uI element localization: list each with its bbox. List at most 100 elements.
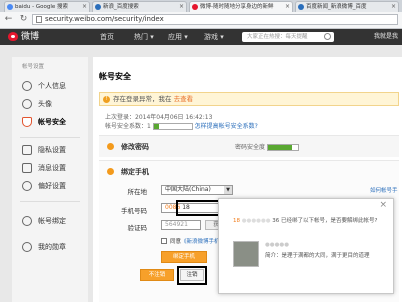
sidebar-item-privacy[interactable]: 隐私设置 [12,143,88,157]
account-intro: 简介：是理于满都的大同，满于更目的道理 [265,253,370,259]
region-label: 所在地 [127,188,148,196]
back-arrow-icon[interactable]: ← [3,14,14,25]
info-icon: ! [103,96,110,103]
highlight-box [176,200,220,216]
agree-checkbox[interactable] [161,238,167,244]
url-input[interactable]: security.weibo.com/security/index [32,14,398,25]
phone-label: 手机号码 [121,207,147,215]
security-level-row: 帐号安全系数：1 怎样提高帐号安全系数? [105,121,258,130]
link-icon [22,216,32,226]
sidebar-section-title: 帐号设置 [22,64,45,70]
alert-link[interactable]: 去查看 [174,95,194,103]
weibo-favicon-icon [192,4,198,10]
search-placeholder: 大家正在热搜：每天提醒 [247,34,308,40]
lock-icon [22,145,32,155]
tab-label: baidu - Google 搜索 [15,4,68,10]
agree-label: 同意 [170,239,182,245]
sidebar-item-preferences[interactable]: 偏好设置 [12,179,88,193]
browser-tab-weibo[interactable]: 微博-随时随地分享身边的新鲜 × [189,1,293,12]
account-name: ●●●●● [265,242,289,248]
close-icon[interactable]: × [391,2,396,12]
tab-label: 新浪_百度搜索 [103,4,139,10]
sidebar-item-binding[interactable]: 帐号绑定 [12,214,88,228]
sidebar-item-profile[interactable]: 个人信息 [12,79,88,93]
close-icon[interactable]: × [379,201,387,210]
weibo-logo[interactable]: 微博 [8,31,39,43]
weibo-eye-icon [8,32,18,41]
dialog-message: 18 ●●●●●● 36 已经绑了以下帐号，是否要解绑此帐号? [233,218,378,224]
medal-icon [22,242,32,252]
region-value: 中国大陆(China) [165,186,211,193]
sidebar-item-medals[interactable]: 我的勋章 [12,240,88,254]
dialog-message-text: 36 已经绑了以下帐号，是否要解绑此帐号? [272,218,378,224]
baidu-favicon-icon [298,4,304,10]
logo-text: 微博 [21,32,40,42]
user-name[interactable]: 我就是我 [374,29,398,45]
tab-label: 微博-随时随地分享身边的新鲜 [200,4,274,10]
url-text: security.weibo.com/security/index [45,15,164,23]
password-strength-fill [267,145,292,150]
alert-text: 存在登录异常，我在 [113,95,172,103]
help-link[interactable]: 如何帐号手 [370,186,398,194]
code-label: 验证码 [127,224,148,232]
close-icon[interactable]: × [285,2,290,12]
sidebar-item-label: 个人信息 [38,82,66,90]
bind-phone-button[interactable]: 绑定手机 [161,251,207,263]
message-icon [22,163,32,173]
sidebar-item-label: 消息设置 [38,164,66,172]
nav-games[interactable]: 游戏 ▾ [204,29,224,45]
improve-security-link[interactable]: 怎样提高帐号安全系数? [195,123,258,130]
browser-tab-sina-search[interactable]: 新浪_百度搜索 × [92,1,187,12]
search-input[interactable]: 大家正在热搜：每天提醒 [242,32,334,42]
nav-apps[interactable]: 应用 ▾ [168,29,188,45]
keep-account-button[interactable]: 不注销 [140,269,174,281]
address-bar-row: ← ↻ security.weibo.com/security/index [0,12,402,29]
password-strength-label: 密码安全度 [235,144,266,151]
tab-label: 百度新闻_新浪微博_百度 [306,4,367,10]
last-login-text: 上次登录：2014年04月06日 16:42:13 [105,114,213,121]
sidebar-item-messages[interactable]: 消息设置 [12,161,88,175]
reload-icon[interactable]: ↻ [18,14,29,25]
sidebar-item-label: 隐私设置 [38,146,66,154]
sidebar-divider [20,201,80,202]
bind-phone-label: 绑定手机 [121,168,149,176]
google-favicon-icon [7,4,13,10]
shield-icon [22,117,32,127]
sidebar-item-avatar[interactable]: 头像 [12,97,88,111]
user-icon [22,81,32,91]
browser-tab-baidu-news[interactable]: 百度新闻_新浪微博_百度 × [295,1,399,12]
close-icon[interactable]: × [179,2,184,12]
sidebar-item-label: 帐号绑定 [38,217,66,225]
dialog-phone-prefix: 18 [233,218,240,224]
bind-phone-button-label: 绑定手机 [172,254,195,260]
security-level-fill [153,124,160,129]
heart-icon [22,181,32,191]
sidebar-divider [20,137,80,138]
sidebar-item-label: 我的勋章 [38,243,66,251]
region-select[interactable]: 中国大陆(China) ▼ [161,185,233,195]
change-password-label: 修改密码 [121,143,149,151]
avatar-icon [22,99,32,109]
status-dot-icon [107,143,114,150]
sidebar-item-security[interactable]: 帐号安全 [12,115,88,129]
security-level-bar [152,123,193,130]
security-level-label: 帐号安全系数：1 [105,123,151,130]
browser-tab-google[interactable]: baidu - Google 搜索 × [4,1,90,12]
highlight-box [177,266,207,285]
nav-hot[interactable]: 热门 ▾ [134,29,154,45]
page-title: 帐号安全 [99,72,131,81]
nav-home[interactable]: 首页 [100,29,114,45]
password-strength: 密码安全度 [235,142,299,151]
sidebar-item-label: 帐号安全 [38,118,66,126]
baidu-favicon-icon [95,4,101,10]
browser-tab-strip: baidu - Google 搜索 × 新浪_百度搜索 × 微博-随时随地分享身… [0,0,402,12]
password-strength-bar [266,144,299,151]
code-input[interactable]: 564921 [161,220,201,230]
change-password-row[interactable]: 修改密码 密码安全度 [99,135,399,157]
login-alert: ! 存在登录异常，我在 去查看 [99,92,399,106]
close-icon[interactable]: × [82,2,87,12]
sidebar-item-label: 头像 [38,100,52,108]
status-dot-icon [107,168,114,175]
sidebar-item-label: 偏好设置 [38,182,66,190]
search-icon[interactable] [324,33,331,40]
